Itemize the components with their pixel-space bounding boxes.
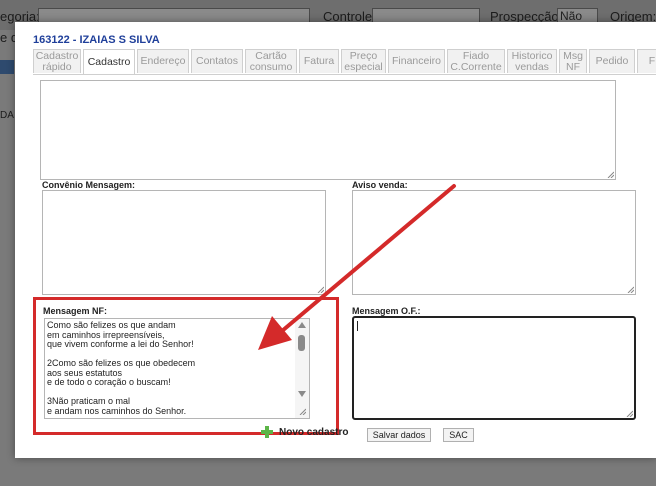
- annotation-arrow-icon: [258, 184, 456, 350]
